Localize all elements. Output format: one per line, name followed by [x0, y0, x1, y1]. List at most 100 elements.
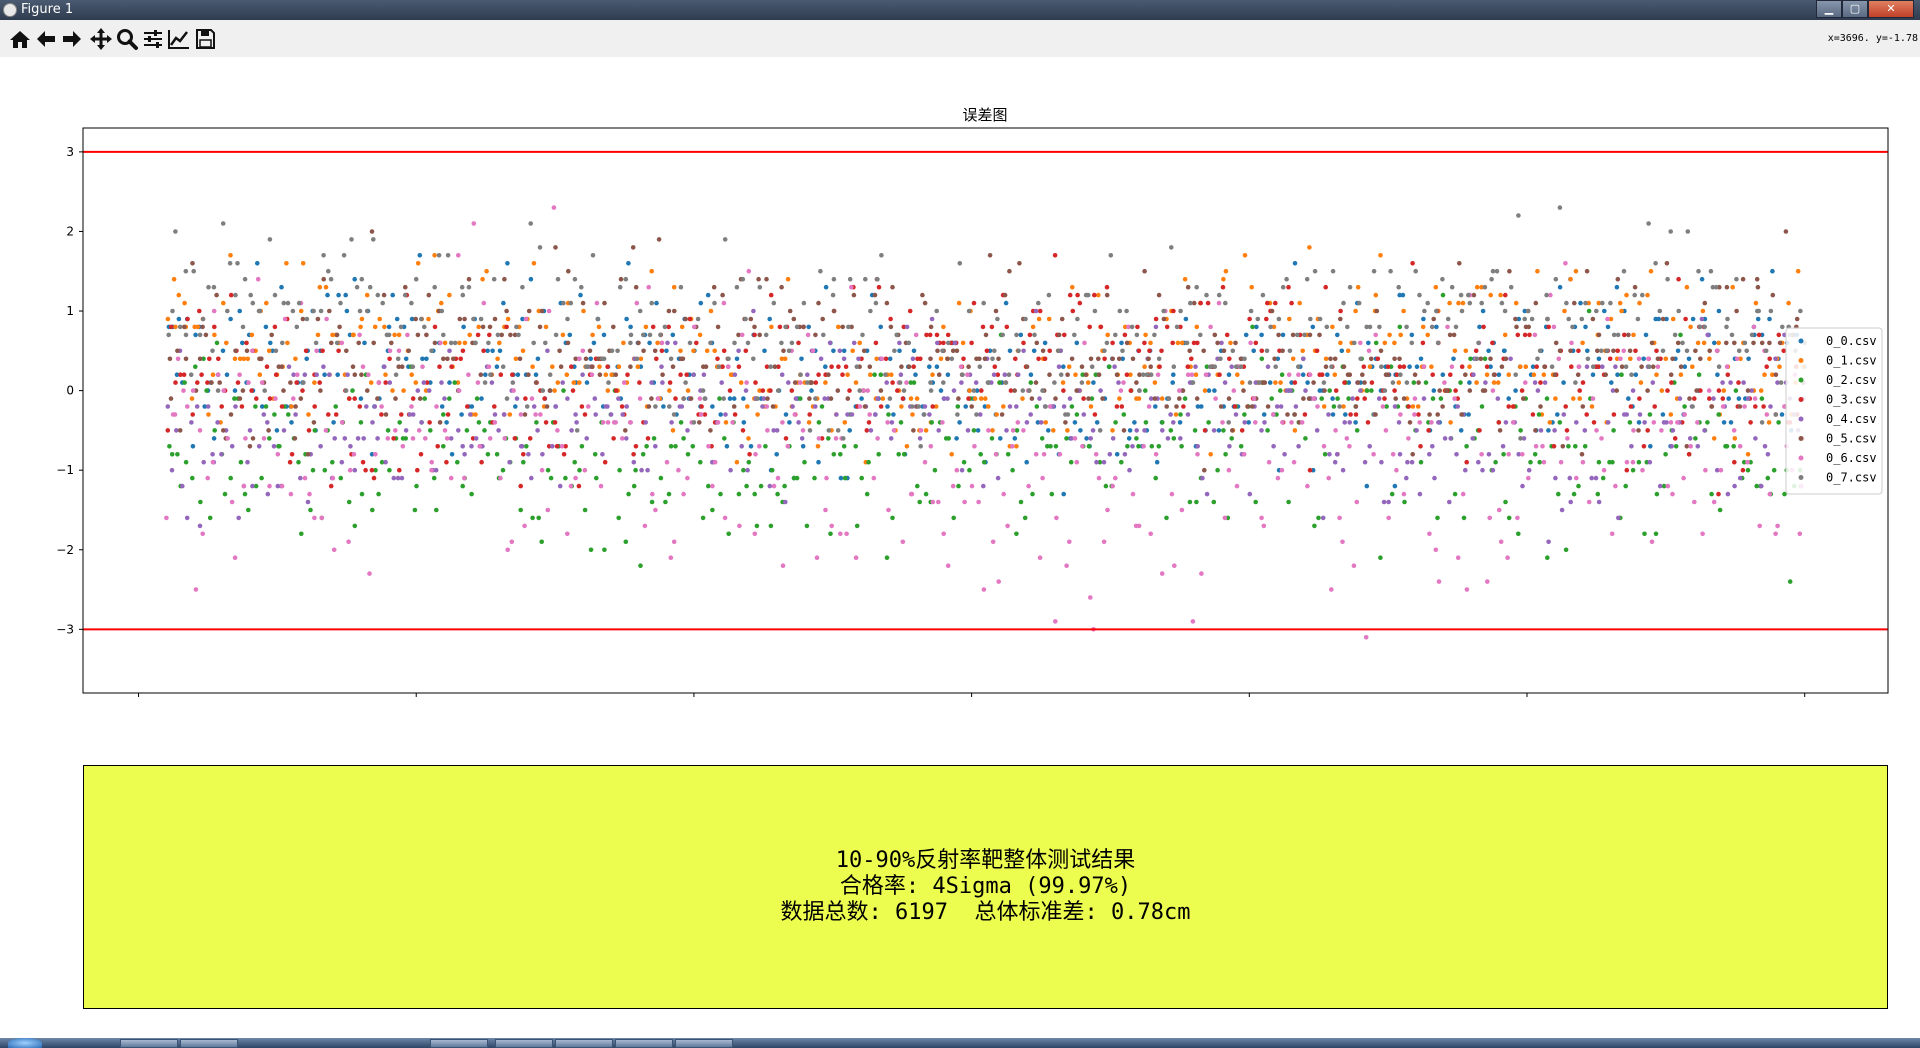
maximize-button[interactable]: ▢	[1842, 0, 1868, 18]
data-point	[1418, 444, 1423, 449]
data-point	[774, 452, 779, 457]
data-point	[574, 428, 580, 433]
data-point	[400, 444, 406, 449]
data-point	[240, 340, 245, 346]
data-point	[1701, 340, 1707, 346]
taskbar-item[interactable]	[180, 1039, 238, 1048]
taskbar-item[interactable]	[430, 1039, 488, 1048]
data-point	[414, 483, 419, 489]
data-point	[1055, 348, 1061, 354]
data-point	[1721, 420, 1727, 425]
scatter-chart[interactable]: 误差图 01000200030004000500060003210−1−2−3 …	[0, 57, 1920, 697]
start-button[interactable]	[8, 1038, 42, 1048]
data-point	[1574, 420, 1579, 425]
data-point	[564, 372, 570, 378]
data-point	[813, 396, 818, 401]
forward-button[interactable]	[59, 27, 85, 51]
back-button[interactable]	[33, 27, 59, 51]
data-point	[1241, 452, 1247, 457]
data-point	[305, 499, 311, 505]
data-point	[442, 428, 448, 433]
data-point	[1153, 404, 1158, 409]
data-point	[1595, 348, 1600, 354]
data-point	[780, 420, 785, 425]
data-point	[391, 436, 396, 441]
data-point	[200, 531, 205, 537]
data-point	[1706, 388, 1712, 393]
data-point	[1085, 380, 1091, 385]
data-point	[373, 452, 378, 457]
data-point	[279, 404, 285, 409]
pan-button[interactable]	[88, 27, 114, 51]
data-point	[385, 428, 391, 433]
data-point	[1344, 436, 1350, 441]
close-button[interactable]: ✕	[1868, 0, 1914, 18]
data-point	[170, 308, 175, 314]
zoom-button[interactable]	[114, 27, 140, 51]
legend-label: 0_2.csv	[1826, 373, 1877, 387]
taskbar-item[interactable]	[555, 1039, 613, 1048]
taskbar-item[interactable]	[675, 1039, 733, 1048]
data-point	[1156, 292, 1162, 298]
data-point	[1390, 452, 1396, 457]
data-point	[173, 324, 178, 330]
data-point	[415, 388, 421, 393]
data-point	[1589, 475, 1594, 481]
data-point	[248, 292, 253, 298]
taskbar-item[interactable]	[495, 1039, 553, 1048]
data-point	[1467, 380, 1472, 385]
home-button[interactable]	[7, 27, 33, 51]
data-point	[1014, 444, 1019, 449]
data-point	[1002, 292, 1008, 298]
data-point	[193, 332, 198, 338]
taskbar-item[interactable]	[615, 1039, 673, 1048]
data-point	[1664, 420, 1669, 425]
configure-subplots-button[interactable]	[140, 27, 166, 51]
data-point	[1541, 372, 1547, 378]
data-point	[763, 444, 768, 449]
data-point	[1445, 324, 1450, 330]
data-point	[1590, 316, 1596, 322]
data-point	[533, 412, 538, 417]
data-point	[279, 364, 285, 370]
data-point	[385, 436, 391, 441]
data-point	[927, 364, 932, 370]
data-point	[1714, 284, 1719, 290]
figure-canvas[interactable]: 误差图 01000200030004000500060003210−1−2−3 …	[0, 57, 1920, 1038]
data-point	[1503, 499, 1508, 505]
data-point	[1124, 340, 1130, 346]
data-point	[1097, 428, 1103, 433]
data-point	[1040, 348, 1046, 354]
data-point	[1003, 300, 1009, 306]
data-point	[1204, 292, 1209, 298]
data-point	[1107, 364, 1112, 370]
data-point	[263, 404, 269, 409]
save-button[interactable]	[192, 27, 218, 51]
data-point	[1431, 316, 1436, 322]
data-point	[835, 428, 841, 433]
data-point	[1401, 364, 1407, 370]
data-point	[966, 396, 971, 401]
data-point	[1020, 396, 1025, 401]
data-point	[663, 499, 668, 505]
data-point	[1518, 428, 1523, 433]
data-point	[528, 221, 533, 226]
taskbar-item[interactable]	[120, 1039, 178, 1048]
data-point	[1732, 436, 1738, 441]
data-point	[510, 380, 516, 385]
data-point	[1130, 491, 1136, 497]
data-point	[371, 237, 376, 242]
data-point	[1700, 531, 1705, 537]
edit-axes-button[interactable]	[166, 27, 192, 51]
minimize-button[interactable]: ▁	[1816, 0, 1842, 18]
data-point	[1531, 372, 1537, 378]
data-point	[1212, 364, 1218, 370]
data-point	[1052, 380, 1057, 385]
data-point	[557, 348, 562, 354]
data-point	[1452, 491, 1458, 497]
data-point	[890, 515, 895, 521]
data-point	[1043, 420, 1048, 425]
data-point	[724, 444, 730, 449]
data-point	[485, 452, 491, 457]
data-point	[312, 380, 317, 385]
